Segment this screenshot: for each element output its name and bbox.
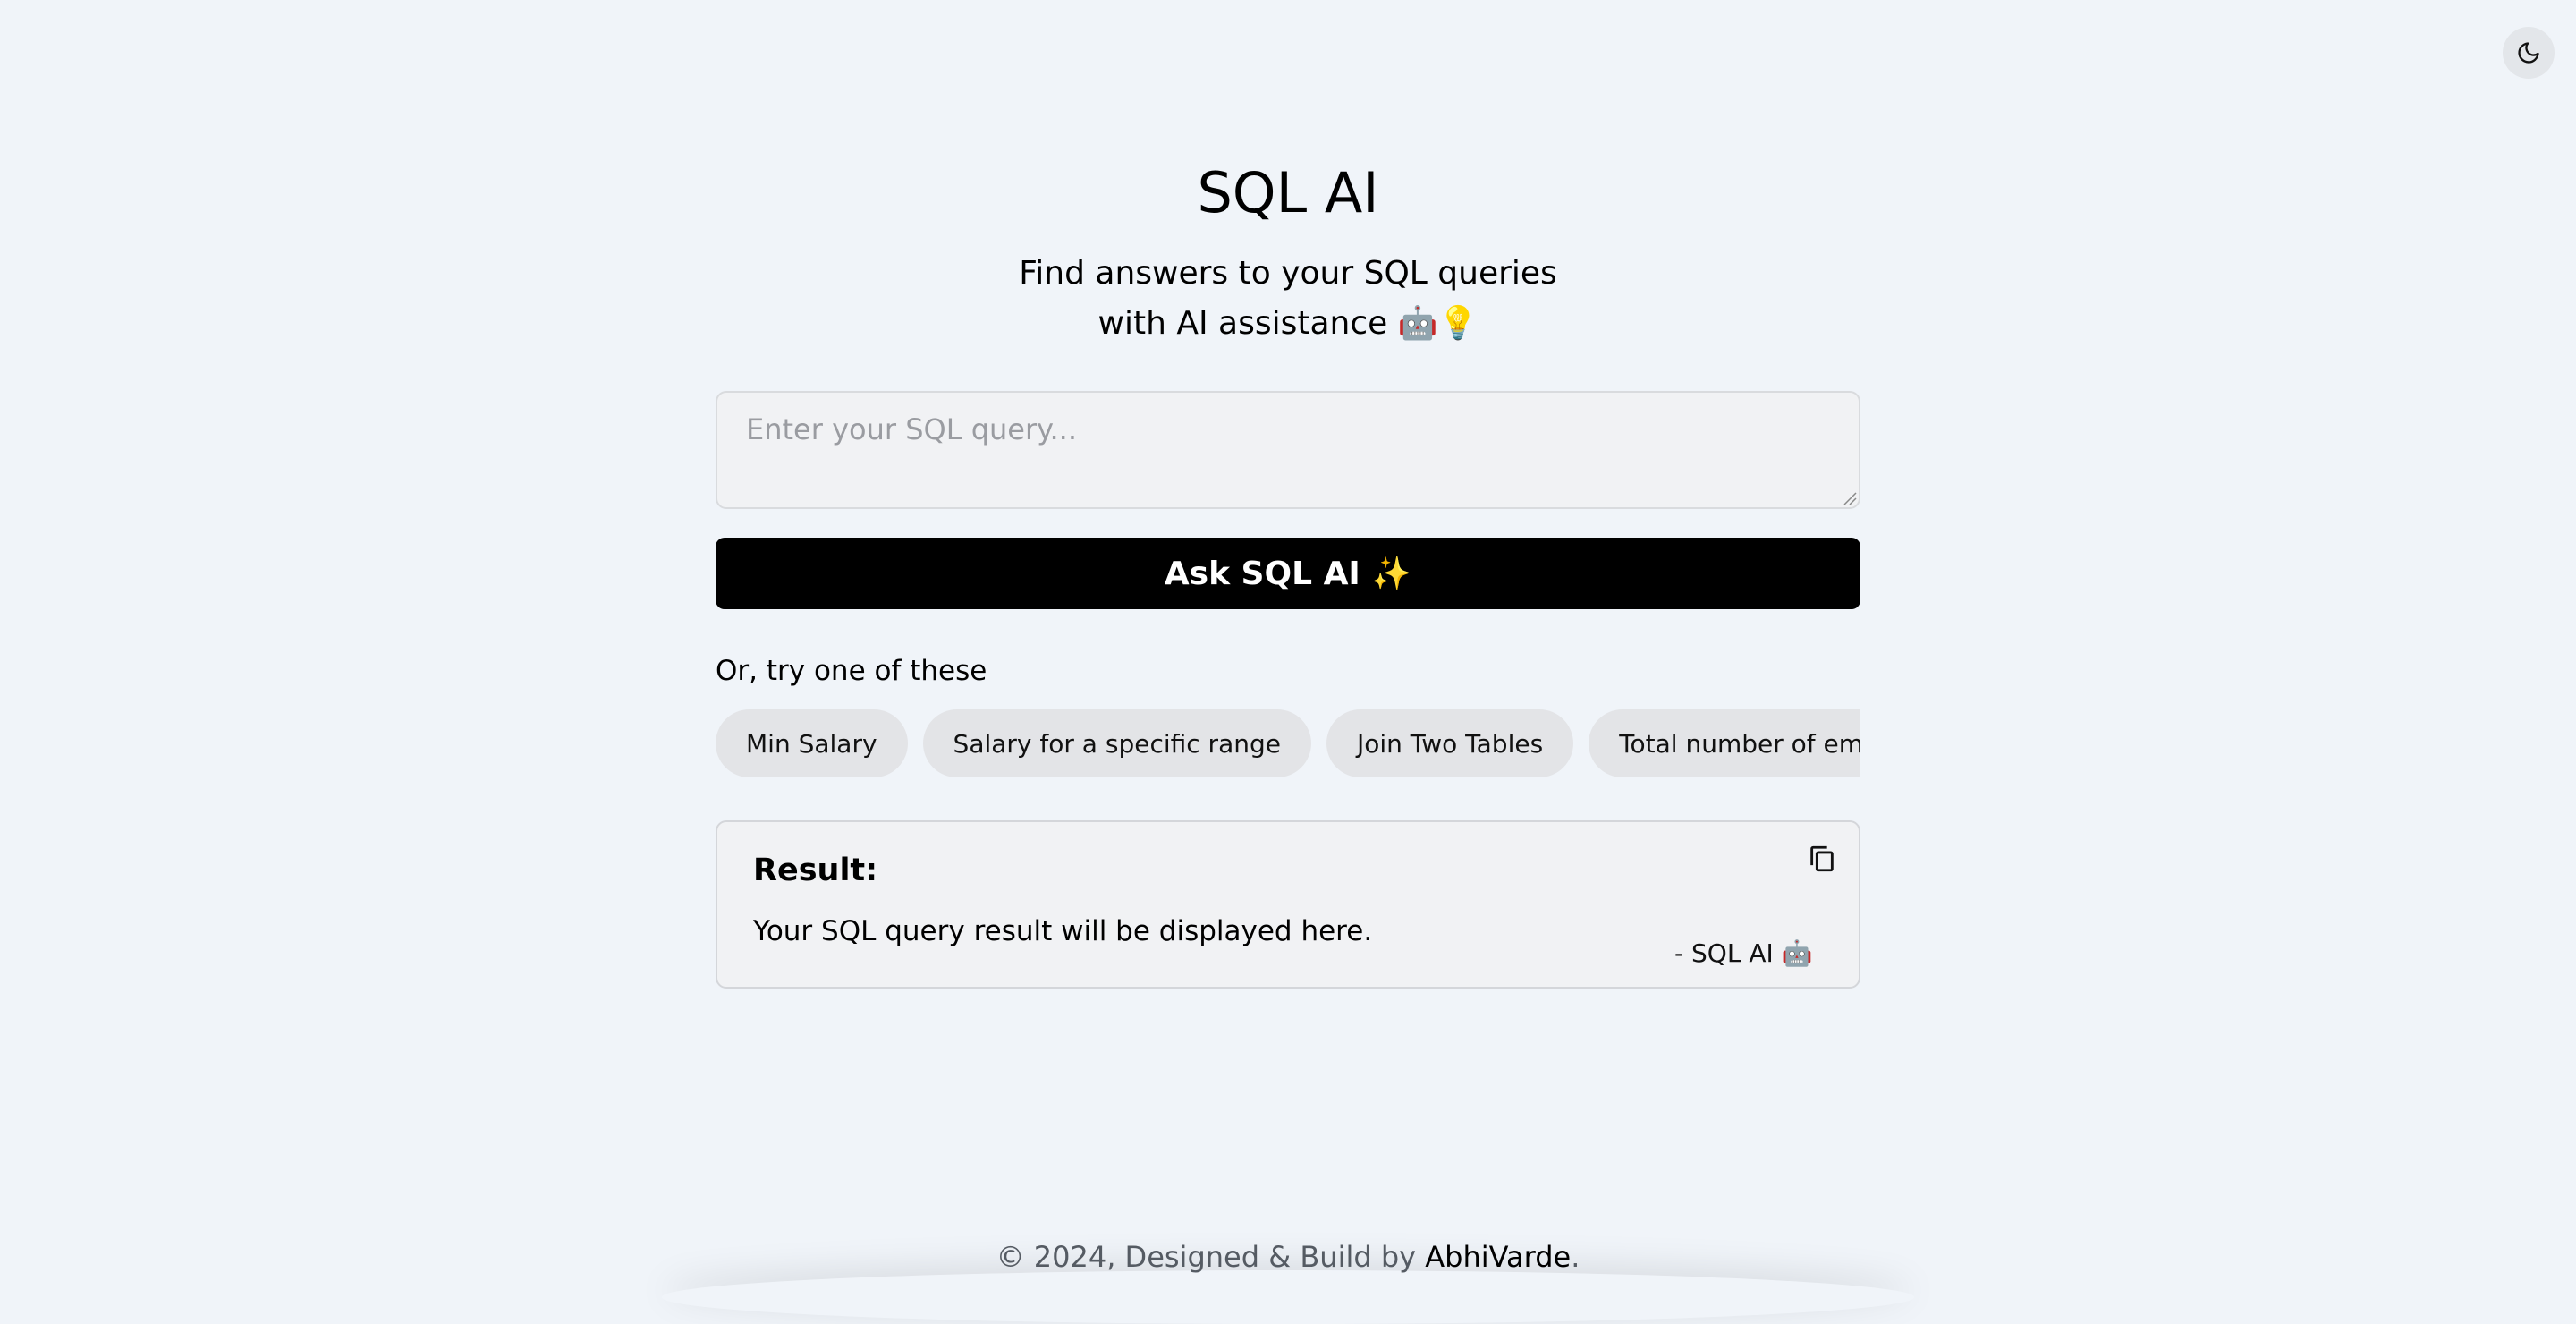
result-title: Result: [753,853,878,888]
theme-toggle-button[interactable] [2503,27,2555,79]
subtitle-line-2-text: with AI assistance [1097,305,1388,342]
ask-sql-ai-button[interactable]: Ask SQL AI ✨ [716,538,1860,609]
author-link[interactable]: AbhiVarde [1425,1240,1571,1274]
suggestion-chip-total-employees[interactable]: Total number of employees [1589,709,1860,777]
suggestion-chip-salary-range[interactable]: Salary for a specific range [922,709,1311,777]
footer-prefix: © 2024, Designed & Build by [996,1240,1426,1274]
copy-icon[interactable] [1807,844,1837,874]
page-subtitle: Find answers to your SQL queries with AI… [0,249,2576,349]
footer: © 2024, Designed & Build by AbhiVarde. [0,1240,2576,1274]
suggestion-chip-join-tables[interactable]: Join Two Tables [1326,709,1574,777]
subtitle-line-2: with AI assistance 🤖💡 [0,299,2576,349]
result-text: Your SQL query result will be displayed … [753,915,1373,947]
moon-icon [2518,42,2539,64]
result-card: Result: Your SQL query result will be di… [716,820,1860,989]
suggestion-chip-min-salary[interactable]: Min Salary [716,709,908,777]
suggestions-row[interactable]: Min Salary Salary for a specific range J… [716,709,1860,777]
robot-icon: 🤖 [1397,305,1438,342]
subtitle-line-1: Find answers to your SQL queries [1019,255,1557,292]
sql-query-input[interactable] [716,391,1860,509]
result-signature: - SQL AI 🤖 [1674,938,1813,968]
page-title: SQL AI [1197,160,1379,225]
lightbulb-icon: 💡 [1437,305,1479,342]
footer-shadow [662,1270,1914,1324]
resize-handle-icon[interactable] [1841,489,1857,505]
suggestions-label: Or, try one of these [716,655,987,687]
footer-suffix: . [1571,1240,1580,1274]
